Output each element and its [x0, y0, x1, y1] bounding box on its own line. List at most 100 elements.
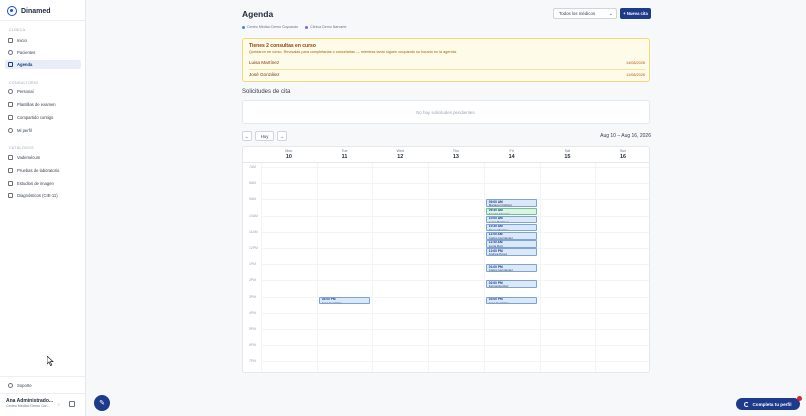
legend-dot-icon	[305, 25, 309, 29]
app-logo[interactable]: Dinamed	[7, 6, 51, 16]
next-week-button[interactable]: →	[277, 131, 287, 141]
appointment-event[interactable]: 02:00 PM Fernanda Ruiz	[485, 280, 538, 289]
hour-gridline	[261, 361, 649, 363]
sidebar-item-diagnosticos[interactable]: Diagnósticos (CIE-11)	[5, 191, 81, 200]
day-column-divider	[483, 163, 485, 372]
day-header: Fri 14	[484, 149, 540, 160]
hour-label: 5PM	[249, 327, 256, 331]
alert-title: Tienes 2 consultas en curso	[249, 43, 316, 49]
sidebar-item-agenda[interactable]: Agenda	[5, 60, 81, 69]
day-column-divider	[539, 163, 541, 372]
day-name: Sun	[619, 149, 627, 153]
hour-label: 11AM	[249, 229, 258, 234]
appointment-event[interactable]: 11:30 AM Lucía Ruiz	[485, 239, 538, 248]
sidebar-divider	[0, 20, 86, 21]
day-header: Wed 12	[372, 149, 428, 160]
alert-row[interactable]: José González 11/08/2026	[249, 70, 645, 79]
appointment-patient: Luisa Martínez	[488, 219, 509, 224]
sidebar-item-mi-perfil[interactable]: Mi perfil	[5, 126, 81, 135]
image-icon	[8, 181, 13, 186]
appointment-event[interactable]: 03:00 PM José González	[318, 296, 371, 305]
section-title-clinica: CLÍNICA	[9, 28, 26, 32]
day-name: Thu	[452, 149, 460, 153]
sidebar-item-compartido[interactable]: Compartido contigo	[5, 113, 81, 122]
appointment-event[interactable]: 11:00 AM Carlos Hernández	[485, 231, 538, 240]
logout-icon[interactable]	[69, 401, 75, 407]
home-icon	[8, 38, 13, 43]
day-number: 10	[285, 154, 292, 160]
hour-label: 7AM	[249, 165, 256, 169]
help-icon	[8, 383, 13, 388]
sidebar-item-imagen[interactable]: Estudios de imagen	[5, 179, 81, 188]
day-header: Sat 15	[540, 149, 596, 160]
sidebar-item-label: Diagnósticos (CIE-11)	[17, 193, 58, 198]
appointment-patient: Sandra Morales	[488, 211, 510, 216]
user-menu[interactable]: Ana Administrado... Centro Médico Demo C…	[6, 398, 80, 412]
hour-gridline	[261, 248, 649, 249]
sidebar-item-label: Inicio	[17, 38, 27, 43]
users-icon	[8, 50, 13, 55]
appointment-patient: Carlos Hernández	[488, 268, 513, 272]
hour-label: 6PM	[249, 343, 256, 348]
appointment-event[interactable]: 10:30 AM Diego Morales	[485, 223, 538, 232]
hour-label: 8AM	[249, 181, 256, 186]
hour-gridline	[261, 183, 649, 185]
sidebar-item-label: Personal	[17, 89, 34, 94]
appointment-patient: Mariana Ordóñez	[488, 203, 512, 208]
day-number: 16	[620, 154, 627, 160]
sidebar-item-personal[interactable]: Personal	[5, 87, 81, 96]
sidebar-item-laboratorio[interactable]: Pruebas de laboratorio	[5, 166, 81, 175]
sidebar-divider	[0, 376, 86, 377]
alert-description: Quedaron en curso. Revísalas para comple…	[249, 50, 457, 54]
appointment-event[interactable]: 10:00 AM Luisa Martínez	[485, 215, 538, 224]
chevron-icon: ›	[58, 402, 60, 408]
legend-label: Centro Médico Demo Coyoacán	[247, 25, 299, 29]
hour-gridline	[261, 345, 649, 347]
hour-label: 1PM	[249, 262, 256, 267]
hour-gridline	[261, 167, 649, 168]
complete-profile-label: Completa tu perfil	[752, 401, 792, 407]
hour-gridline	[261, 329, 649, 330]
hour-label: 7PM	[249, 359, 256, 364]
day-name: Mon	[285, 149, 293, 153]
week-range: Aug 10 – Aug 16, 2026	[600, 133, 651, 139]
sidebar-item-label: Agenda	[17, 62, 33, 67]
day-header: Mon 10	[261, 149, 317, 160]
doctor-select[interactable]: Todos los médicos ⌄	[553, 8, 617, 19]
day-column-divider	[316, 163, 318, 372]
complete-profile-button[interactable]: Completa tu perfil	[736, 398, 800, 410]
sidebar-item-vademecum[interactable]: Vademécum	[5, 153, 81, 162]
sidebar-item-inicio[interactable]: Inicio	[5, 36, 81, 45]
section-title-consultorio: CONSULTORIO	[9, 81, 39, 85]
progress-ring-icon	[744, 401, 750, 407]
appointment-event[interactable]: 09:30 AM Sandra Morales	[485, 207, 538, 216]
appointment-event[interactable]: 12:00 PM Andrea Pérez	[485, 248, 538, 256]
alert-row[interactable]: Luisa Martínez 14/08/2026	[249, 58, 645, 67]
edit-icon: ✎	[99, 400, 105, 407]
day-column-divider	[372, 163, 374, 372]
hour-gridline	[261, 215, 649, 217]
day-column-divider	[595, 163, 597, 372]
prev-week-button[interactable]: ←	[242, 131, 252, 141]
in-progress-alert: Tienes 2 consultas en curso Quedaron en …	[242, 38, 650, 82]
day-header: Sun 16	[595, 149, 649, 160]
day-name: Fri	[509, 149, 514, 153]
hour-label: 9AM	[249, 197, 256, 202]
legend-dot-icon	[242, 25, 245, 29]
appointment-event[interactable]: 09:00 AM Mariana Ordóñez	[485, 199, 538, 208]
appointment-event[interactable]: 03:00 PM José González	[485, 296, 538, 305]
today-button[interactable]: Hoy	[255, 131, 274, 141]
calendar-icon	[8, 62, 13, 67]
doctor-select-value: Todos los médicos	[559, 11, 596, 16]
quick-edit-button[interactable]: ✎	[94, 395, 110, 411]
location-legend: Centro Médico Demo Coyoacán Clínica Demo…	[242, 25, 347, 29]
new-appointment-button[interactable]: + Nueva cita	[620, 8, 651, 19]
sidebar-item-soporte[interactable]: Soporte	[5, 381, 81, 390]
appointment-event[interactable]: 01:00 PM Carlos Hernández	[485, 264, 538, 272]
sidebar-divider	[0, 393, 86, 394]
day-number: 14	[508, 154, 515, 160]
sidebar-item-label: Compartido contigo	[17, 115, 54, 120]
sidebar-item-plantillas[interactable]: Plantillas de examen	[5, 100, 81, 109]
sidebar-item-label: Mi perfil	[17, 128, 32, 133]
sidebar-item-pacientes[interactable]: Pacientes	[5, 48, 81, 57]
